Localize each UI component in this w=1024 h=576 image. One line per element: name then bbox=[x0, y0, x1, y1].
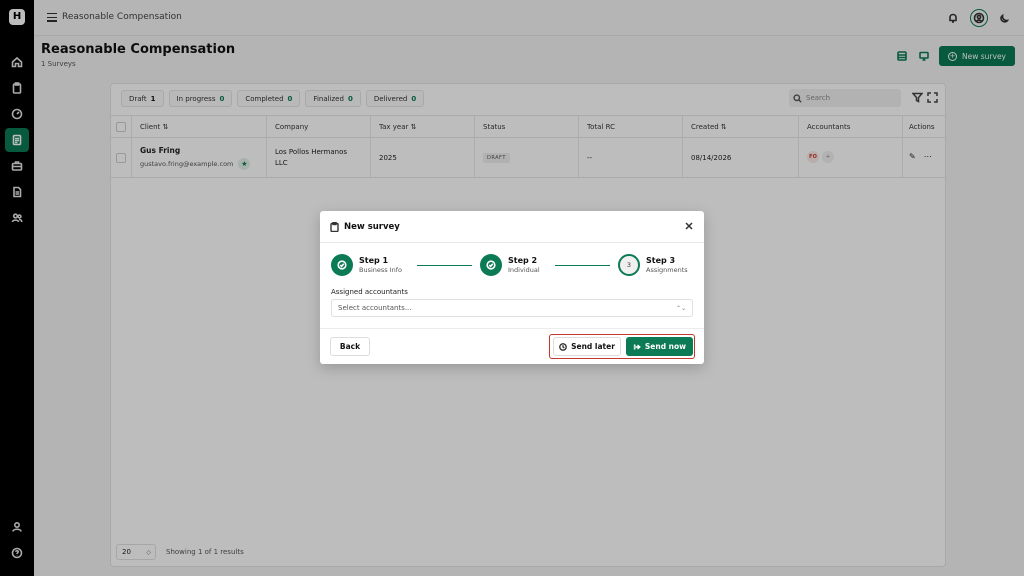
clock-icon bbox=[559, 342, 567, 351]
send-icon bbox=[633, 343, 641, 350]
send-later-button[interactable]: Send later bbox=[553, 337, 621, 356]
chevron-updown-icon: ⌃⌄ bbox=[675, 304, 686, 312]
send-now-button[interactable]: Send now bbox=[626, 337, 693, 356]
check-icon bbox=[331, 254, 353, 276]
close-icon[interactable] bbox=[684, 221, 694, 231]
step-1: Step 1 Business Info bbox=[331, 254, 402, 276]
step-3-number: 3 bbox=[618, 254, 640, 276]
step-3: 3 Step 3 Assignments bbox=[618, 254, 688, 276]
back-button[interactable]: Back bbox=[330, 337, 370, 356]
step-2: Step 2 Individual bbox=[480, 254, 540, 276]
dialog-title: New survey bbox=[344, 222, 400, 232]
new-survey-dialog: New survey Step 1 Business Info Step 2 Ind… bbox=[320, 211, 704, 364]
check-icon bbox=[480, 254, 502, 276]
clipboard-icon bbox=[330, 221, 339, 233]
accountants-select[interactable]: Select accountants... ⌃⌄ bbox=[331, 299, 693, 317]
assigned-accountants-label: Assigned accountants bbox=[331, 288, 408, 296]
